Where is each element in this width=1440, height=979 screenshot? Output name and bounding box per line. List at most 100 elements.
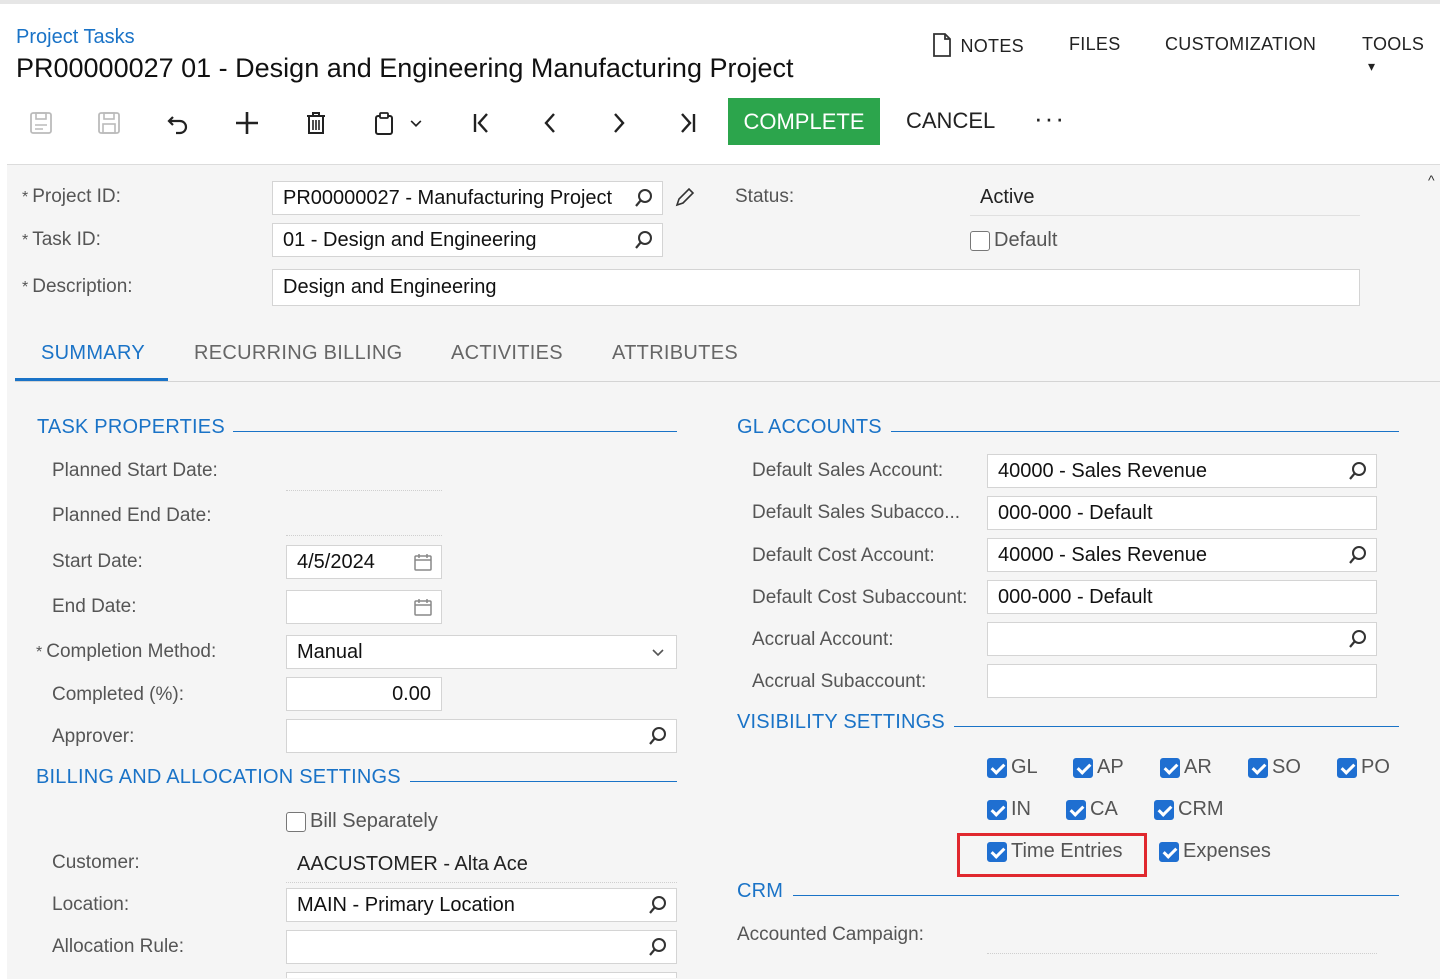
section-rule (891, 431, 1399, 432)
next-record-icon[interactable] (602, 106, 636, 140)
chevron-down-icon[interactable] (405, 106, 427, 140)
description-value: Design and Engineering (283, 276, 497, 298)
undo-icon[interactable] (161, 106, 195, 140)
visibility-so-checkbox[interactable]: SO (1248, 756, 1301, 779)
visibility-gl-checkbox[interactable]: GL (987, 756, 1038, 779)
customer-underline (286, 882, 677, 883)
sales-subaccount-label: Default Sales Subacco... (752, 502, 961, 523)
bill-separately-checkbox[interactable]: Bill Separately (286, 810, 438, 833)
allocation-rule-label: Allocation Rule: (52, 936, 185, 957)
search-icon[interactable] (634, 230, 654, 250)
save-close-icon[interactable] (24, 106, 58, 140)
notes-label: NOTES (960, 35, 1024, 56)
tools-label: TOOLS (1362, 34, 1425, 54)
top-border (0, 0, 1440, 4)
complete-button[interactable]: COMPLETE (728, 98, 880, 145)
bill-separately-box[interactable] (286, 811, 306, 832)
checkbox-label: AP (1097, 756, 1124, 778)
visibility-ar-checkbox[interactable]: AR (1160, 756, 1212, 779)
visibility-ap-checkbox[interactable]: AP (1073, 756, 1124, 779)
previous-record-icon[interactable] (533, 106, 567, 140)
tab-summary[interactable]: SUMMARY (41, 342, 145, 365)
sales-account-field[interactable]: 40000 - Sales Revenue (987, 454, 1377, 488)
breadcrumb[interactable]: Project Tasks (16, 26, 135, 49)
project-id-label: * Project ID: (22, 186, 121, 207)
visibility-in-checkbox[interactable]: IN (987, 798, 1031, 821)
first-record-icon[interactable] (464, 106, 498, 140)
default-label: Default (994, 229, 1058, 251)
start-date-field[interactable]: 4/5/2024 (286, 545, 442, 579)
checkbox[interactable] (987, 799, 1007, 820)
section-rule (793, 895, 1399, 896)
tab-attributes[interactable]: ATTRIBUTES (612, 342, 738, 365)
add-icon[interactable] (230, 106, 264, 140)
search-icon[interactable] (634, 188, 654, 208)
checkbox[interactable] (1066, 799, 1086, 820)
accrual-subaccount-field[interactable] (987, 664, 1377, 698)
checkbox[interactable] (1248, 757, 1268, 778)
cost-account-label: Default Cost Account: (752, 545, 935, 566)
collapse-icon[interactable]: ^ (1428, 172, 1435, 188)
copy-paste-icon[interactable] (367, 106, 401, 140)
visibility-crm-checkbox[interactable]: CRM (1154, 798, 1224, 821)
search-icon[interactable] (648, 895, 668, 915)
start-date-label: Start Date: (52, 551, 143, 572)
tab-activities[interactable]: ACTIVITIES (451, 342, 563, 365)
delete-icon[interactable] (299, 106, 333, 140)
start-date-value: 4/5/2024 (297, 550, 375, 573)
last-record-icon[interactable] (671, 106, 705, 140)
description-field[interactable]: Design and Engineering (272, 269, 1360, 306)
cost-subaccount-field[interactable]: 000-000 - Default (987, 580, 1377, 614)
search-icon[interactable] (648, 937, 668, 957)
search-icon[interactable] (1348, 461, 1368, 481)
checkbox[interactable] (1073, 757, 1093, 778)
sales-subaccount-value: 000-000 - Default (998, 501, 1153, 524)
checkbox[interactable] (1160, 757, 1180, 778)
customization-menu[interactable]: CUSTOMIZATION (1165, 34, 1316, 55)
save-icon[interactable] (92, 106, 126, 140)
files-menu[interactable]: FILES (1069, 34, 1121, 55)
tab-divider (15, 381, 1440, 382)
more-actions-button[interactable]: ··· (1034, 103, 1066, 134)
notes-menu[interactable]: NOTES (932, 33, 1024, 62)
edit-pencil-icon[interactable] (674, 186, 696, 213)
visibility-heading: VISIBILITY SETTINGS (737, 711, 945, 733)
calendar-icon[interactable] (413, 552, 433, 572)
tab-recurring-billing[interactable]: RECURRING BILLING (194, 342, 402, 365)
visibility-expenses-checkbox[interactable]: Expenses (1159, 840, 1271, 863)
completed-pct-field[interactable]: 0.00 (286, 677, 442, 711)
completion-method-select[interactable]: Manual (286, 635, 677, 669)
planned-end-value (286, 535, 442, 536)
completed-pct-label: Completed (%): (52, 684, 184, 705)
default-checkbox-box[interactable] (970, 230, 990, 251)
sales-subaccount-field[interactable]: 000-000 - Default (987, 496, 1377, 530)
search-icon[interactable] (1348, 629, 1368, 649)
tools-menu[interactable]: TOOLS ▾ (1362, 34, 1440, 76)
visibility-po-checkbox[interactable]: PO (1337, 756, 1390, 779)
checkbox[interactable] (987, 757, 1007, 778)
cost-account-field[interactable]: 40000 - Sales Revenue (987, 538, 1377, 572)
calendar-icon[interactable] (413, 597, 433, 617)
cancel-button[interactable]: CANCEL (906, 108, 995, 134)
task-id-field[interactable]: 01 - Design and Engineering (272, 223, 663, 257)
checkbox[interactable] (1159, 841, 1179, 862)
customer-value[interactable]: AACUSTOMER - Alta Ace (297, 853, 528, 876)
allocation-rule-field[interactable] (286, 930, 677, 964)
approver-field[interactable] (286, 719, 677, 753)
visibility-ca-checkbox[interactable]: CA (1066, 798, 1118, 821)
default-checkbox[interactable]: Default (970, 229, 1057, 252)
search-icon[interactable] (648, 726, 668, 746)
status-value: Active (980, 186, 1035, 208)
chevron-down-icon[interactable] (648, 642, 668, 662)
project-id-field[interactable]: PR00000027 - Manufacturing Project (272, 181, 663, 215)
accrual-account-field[interactable] (987, 622, 1377, 656)
location-field[interactable]: MAIN - Primary Location (286, 888, 677, 922)
planned-start-label: Planned Start Date: (52, 460, 218, 481)
checkbox[interactable] (1154, 799, 1174, 820)
bill-separately-label: Bill Separately (310, 810, 438, 832)
planned-start-value (286, 490, 442, 491)
checkbox[interactable] (1337, 757, 1357, 778)
end-date-field[interactable] (286, 590, 442, 624)
checkbox-label: AR (1184, 756, 1212, 778)
search-icon[interactable] (1348, 545, 1368, 565)
